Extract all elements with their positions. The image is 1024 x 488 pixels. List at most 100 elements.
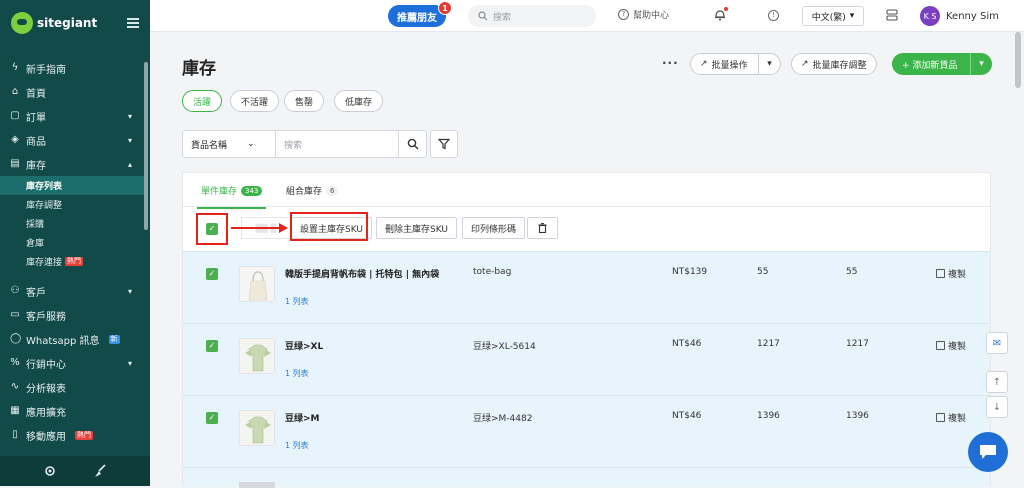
product-thumbnail-shirt-m[interactable] bbox=[239, 410, 275, 446]
copy-icon bbox=[936, 341, 945, 350]
sidebar-item-guide[interactable]: ϟ 新手指南 bbox=[0, 56, 144, 80]
product-name: 韓版手提肩背帆布袋 | 托特包 | 無內袋 bbox=[285, 270, 440, 280]
sidebar-item-apps[interactable]: ▦ 應用擴充 bbox=[0, 399, 144, 423]
global-search[interactable]: 搜索 bbox=[468, 5, 596, 27]
product-thumbnail-shirt-xl[interactable] bbox=[239, 338, 275, 374]
add-new-item-button[interactable]: + 添加新貨品 ▾ bbox=[892, 53, 992, 75]
scroll-up-button[interactable]: ↑ bbox=[986, 371, 1008, 393]
bolt-icon: ϟ bbox=[11, 62, 19, 73]
delete-button[interactable] bbox=[527, 217, 558, 239]
status-chip-active[interactable]: 活躍 bbox=[182, 90, 223, 112]
row-checkbox[interactable]: ✓ bbox=[206, 412, 218, 424]
language-select[interactable]: 中文(繁) ▾ bbox=[802, 6, 864, 26]
hot-badge: 熱門 bbox=[65, 257, 84, 266]
print-barcode-button[interactable]: 印列條形碼 bbox=[462, 217, 526, 239]
bulk-operations-button[interactable]: ↗ 批量操作 ▾ bbox=[690, 53, 781, 75]
sidebar-item-orders[interactable]: ▢ 訂單 ▾ bbox=[0, 104, 144, 128]
scroll-down-button[interactable]: ↓ bbox=[986, 396, 1008, 418]
sidebar-subitem-label: 倉庫 bbox=[26, 239, 45, 249]
chevron-down-icon: ▾ bbox=[127, 111, 132, 121]
sidebar-subitem-inventory-link[interactable]: 庫存連接 熱門 bbox=[0, 252, 144, 271]
chevron-down-icon[interactable]: ▾ bbox=[970, 53, 992, 75]
clipboard-icon: ▢ bbox=[10, 110, 20, 121]
refer-friend-button[interactable]: 推薦朋友 1 bbox=[388, 1, 452, 27]
sidebar-item-customer-service[interactable]: ▭ 客戶服務 bbox=[0, 303, 144, 327]
sidebar-item-customers[interactable]: ⚇ 客戶 ▾ bbox=[0, 279, 144, 303]
chat-button[interactable] bbox=[968, 432, 1008, 472]
brand-logo[interactable]: sitegiant bbox=[11, 11, 98, 34]
database-icon bbox=[886, 9, 898, 21]
product-thumbnail-tote-bag[interactable] bbox=[239, 266, 275, 302]
sidebar-footer bbox=[0, 456, 150, 486]
page-scrollbar[interactable] bbox=[1015, 32, 1021, 88]
row-checkbox[interactable]: ✓ bbox=[206, 340, 218, 352]
info-button[interactable]: ! bbox=[768, 9, 779, 21]
search-icon bbox=[478, 11, 488, 21]
tab-bundle-inventory[interactable]: 組合庫存 6 bbox=[286, 184, 339, 197]
sidebar-item-marketing[interactable]: % 行銷中心 ▾ bbox=[0, 351, 144, 375]
gear-icon[interactable] bbox=[43, 464, 57, 478]
arrow-down-icon: ↓ bbox=[992, 401, 1002, 413]
sidebar-subitem-purchase[interactable]: 採購 bbox=[0, 214, 144, 233]
annotation-arrow-line bbox=[231, 227, 281, 229]
listing-link[interactable]: 1 列表 bbox=[285, 368, 309, 379]
table-row[interactable]: ✓ 豆绿>M 1 列表 豆绿>M-4482 NT$46 1396 1396 複製 bbox=[183, 395, 990, 467]
funnel-icon bbox=[438, 138, 450, 150]
page-title: 庫存 bbox=[182, 59, 216, 79]
sidebar-subitem-inventory-list[interactable]: 庫存列表 bbox=[0, 176, 144, 195]
status-chip-low-stock[interactable]: 低庫存 bbox=[334, 90, 384, 112]
brand-name: sitegiant bbox=[37, 15, 98, 30]
add-new-label: + 添加新貨品 bbox=[902, 60, 958, 71]
sidebar-subitem-label: 庫存調整 bbox=[26, 201, 63, 211]
avatar: K S bbox=[920, 6, 940, 26]
table-row[interactable] bbox=[183, 467, 990, 488]
chevron-down-icon: ▾ bbox=[849, 11, 855, 21]
status-chip-sold-out[interactable]: 售罄 bbox=[284, 90, 325, 112]
sidebar-item-whatsapp[interactable]: ◯ Whatsapp 訊息新 bbox=[0, 327, 144, 351]
sidebar-item-inventory[interactable]: ▤ 庫存 ▴ bbox=[0, 152, 144, 176]
more-options-icon[interactable]: ··· bbox=[662, 56, 679, 70]
sidebar-item-home[interactable]: ⌂ 首頁 bbox=[0, 80, 144, 104]
help-center-link[interactable]: ? 幫助中心 bbox=[618, 8, 669, 21]
copy-button[interactable]: 複製 bbox=[936, 267, 966, 280]
broom-icon[interactable] bbox=[93, 464, 107, 478]
sidebar-item-mobile[interactable]: ▯ 移動應用 熱門 bbox=[0, 423, 144, 447]
notification-bell[interactable] bbox=[714, 7, 728, 24]
percent-icon: % bbox=[10, 357, 20, 368]
copy-button[interactable]: 複製 bbox=[936, 339, 966, 352]
sidebar-item-products[interactable]: ◈ 商品 ▾ bbox=[0, 128, 144, 152]
copy-icon bbox=[936, 269, 945, 278]
chevron-down-icon[interactable]: ▾ bbox=[758, 54, 780, 74]
filter-field-select[interactable]: 貨品名稱 ⌄ bbox=[183, 131, 276, 157]
hamburger-menu-icon[interactable] bbox=[127, 17, 139, 28]
listing-link[interactable]: 1 列表 bbox=[285, 440, 309, 451]
product-thumbnail-partial bbox=[239, 482, 275, 488]
sidebar-item-analytics[interactable]: ∿ 分析報表 bbox=[0, 375, 144, 399]
sidebar-subitem-inventory-adjust[interactable]: 庫存調整 bbox=[0, 195, 144, 214]
sidebar-scrollbar[interactable] bbox=[144, 62, 148, 230]
sidebar-item-label: 訂單 bbox=[26, 112, 46, 124]
row-checkbox[interactable]: ✓ bbox=[206, 268, 218, 280]
user-menu[interactable]: K S Kenny Sim bbox=[920, 6, 999, 26]
count-badge: 6 bbox=[326, 185, 339, 196]
remove-master-sku-button[interactable]: 刪除主庫存SKU bbox=[376, 217, 457, 239]
select-all-checkbox[interactable]: ✓ bbox=[206, 223, 218, 235]
bulk-inventory-adjust-button[interactable]: ↗ 批量庫存調整 bbox=[791, 53, 877, 75]
table-row[interactable]: ✓ 豆绿>XL 1 列表 豆绿>XL-5614 NT$46 1217 1217 … bbox=[183, 323, 990, 395]
filter-button[interactable] bbox=[430, 130, 458, 158]
search-button[interactable] bbox=[398, 131, 426, 157]
database-button[interactable] bbox=[886, 9, 898, 21]
tote-bag-image bbox=[240, 267, 274, 301]
mail-button[interactable]: ✉ bbox=[986, 332, 1008, 354]
sidebar-item-label: 商品 bbox=[26, 136, 46, 148]
table-row[interactable]: ✓ 韓版手提肩背帆布袋 | 托特包 | 無內袋 1 列表 tote-bag NT… bbox=[183, 251, 990, 323]
global-search-placeholder: 搜索 bbox=[493, 12, 512, 23]
tab-single-inventory[interactable]: 單件庫存 343 bbox=[196, 184, 267, 209]
sidebar-subitem-warehouse[interactable]: 倉庫 bbox=[0, 233, 144, 252]
notification-count-badge: 1 bbox=[438, 1, 452, 15]
copy-button[interactable]: 複製 bbox=[936, 411, 966, 424]
listing-link[interactable]: 1 列表 bbox=[285, 296, 309, 307]
search-input[interactable]: 搜索 bbox=[276, 138, 398, 151]
refer-label: 推薦朋友 bbox=[397, 12, 437, 24]
status-chip-inactive[interactable]: 不活躍 bbox=[230, 90, 280, 112]
